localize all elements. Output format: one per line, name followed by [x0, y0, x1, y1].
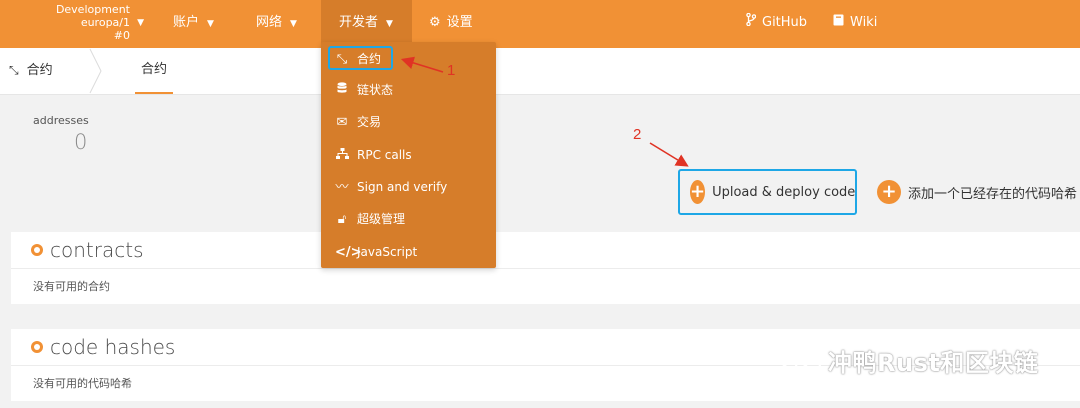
watermark: 冲鸭Rust和区块链: [778, 340, 1038, 380]
annotation-number-2: 2: [633, 126, 642, 143]
wechat-icon: [778, 343, 822, 376]
annotation-number-1: 1: [447, 62, 456, 79]
annotation-arrow-1: [400, 56, 444, 73]
watermark-text: 冲鸭Rust和区块链: [828, 348, 1039, 377]
annotation-arrow-2: [649, 142, 689, 167]
